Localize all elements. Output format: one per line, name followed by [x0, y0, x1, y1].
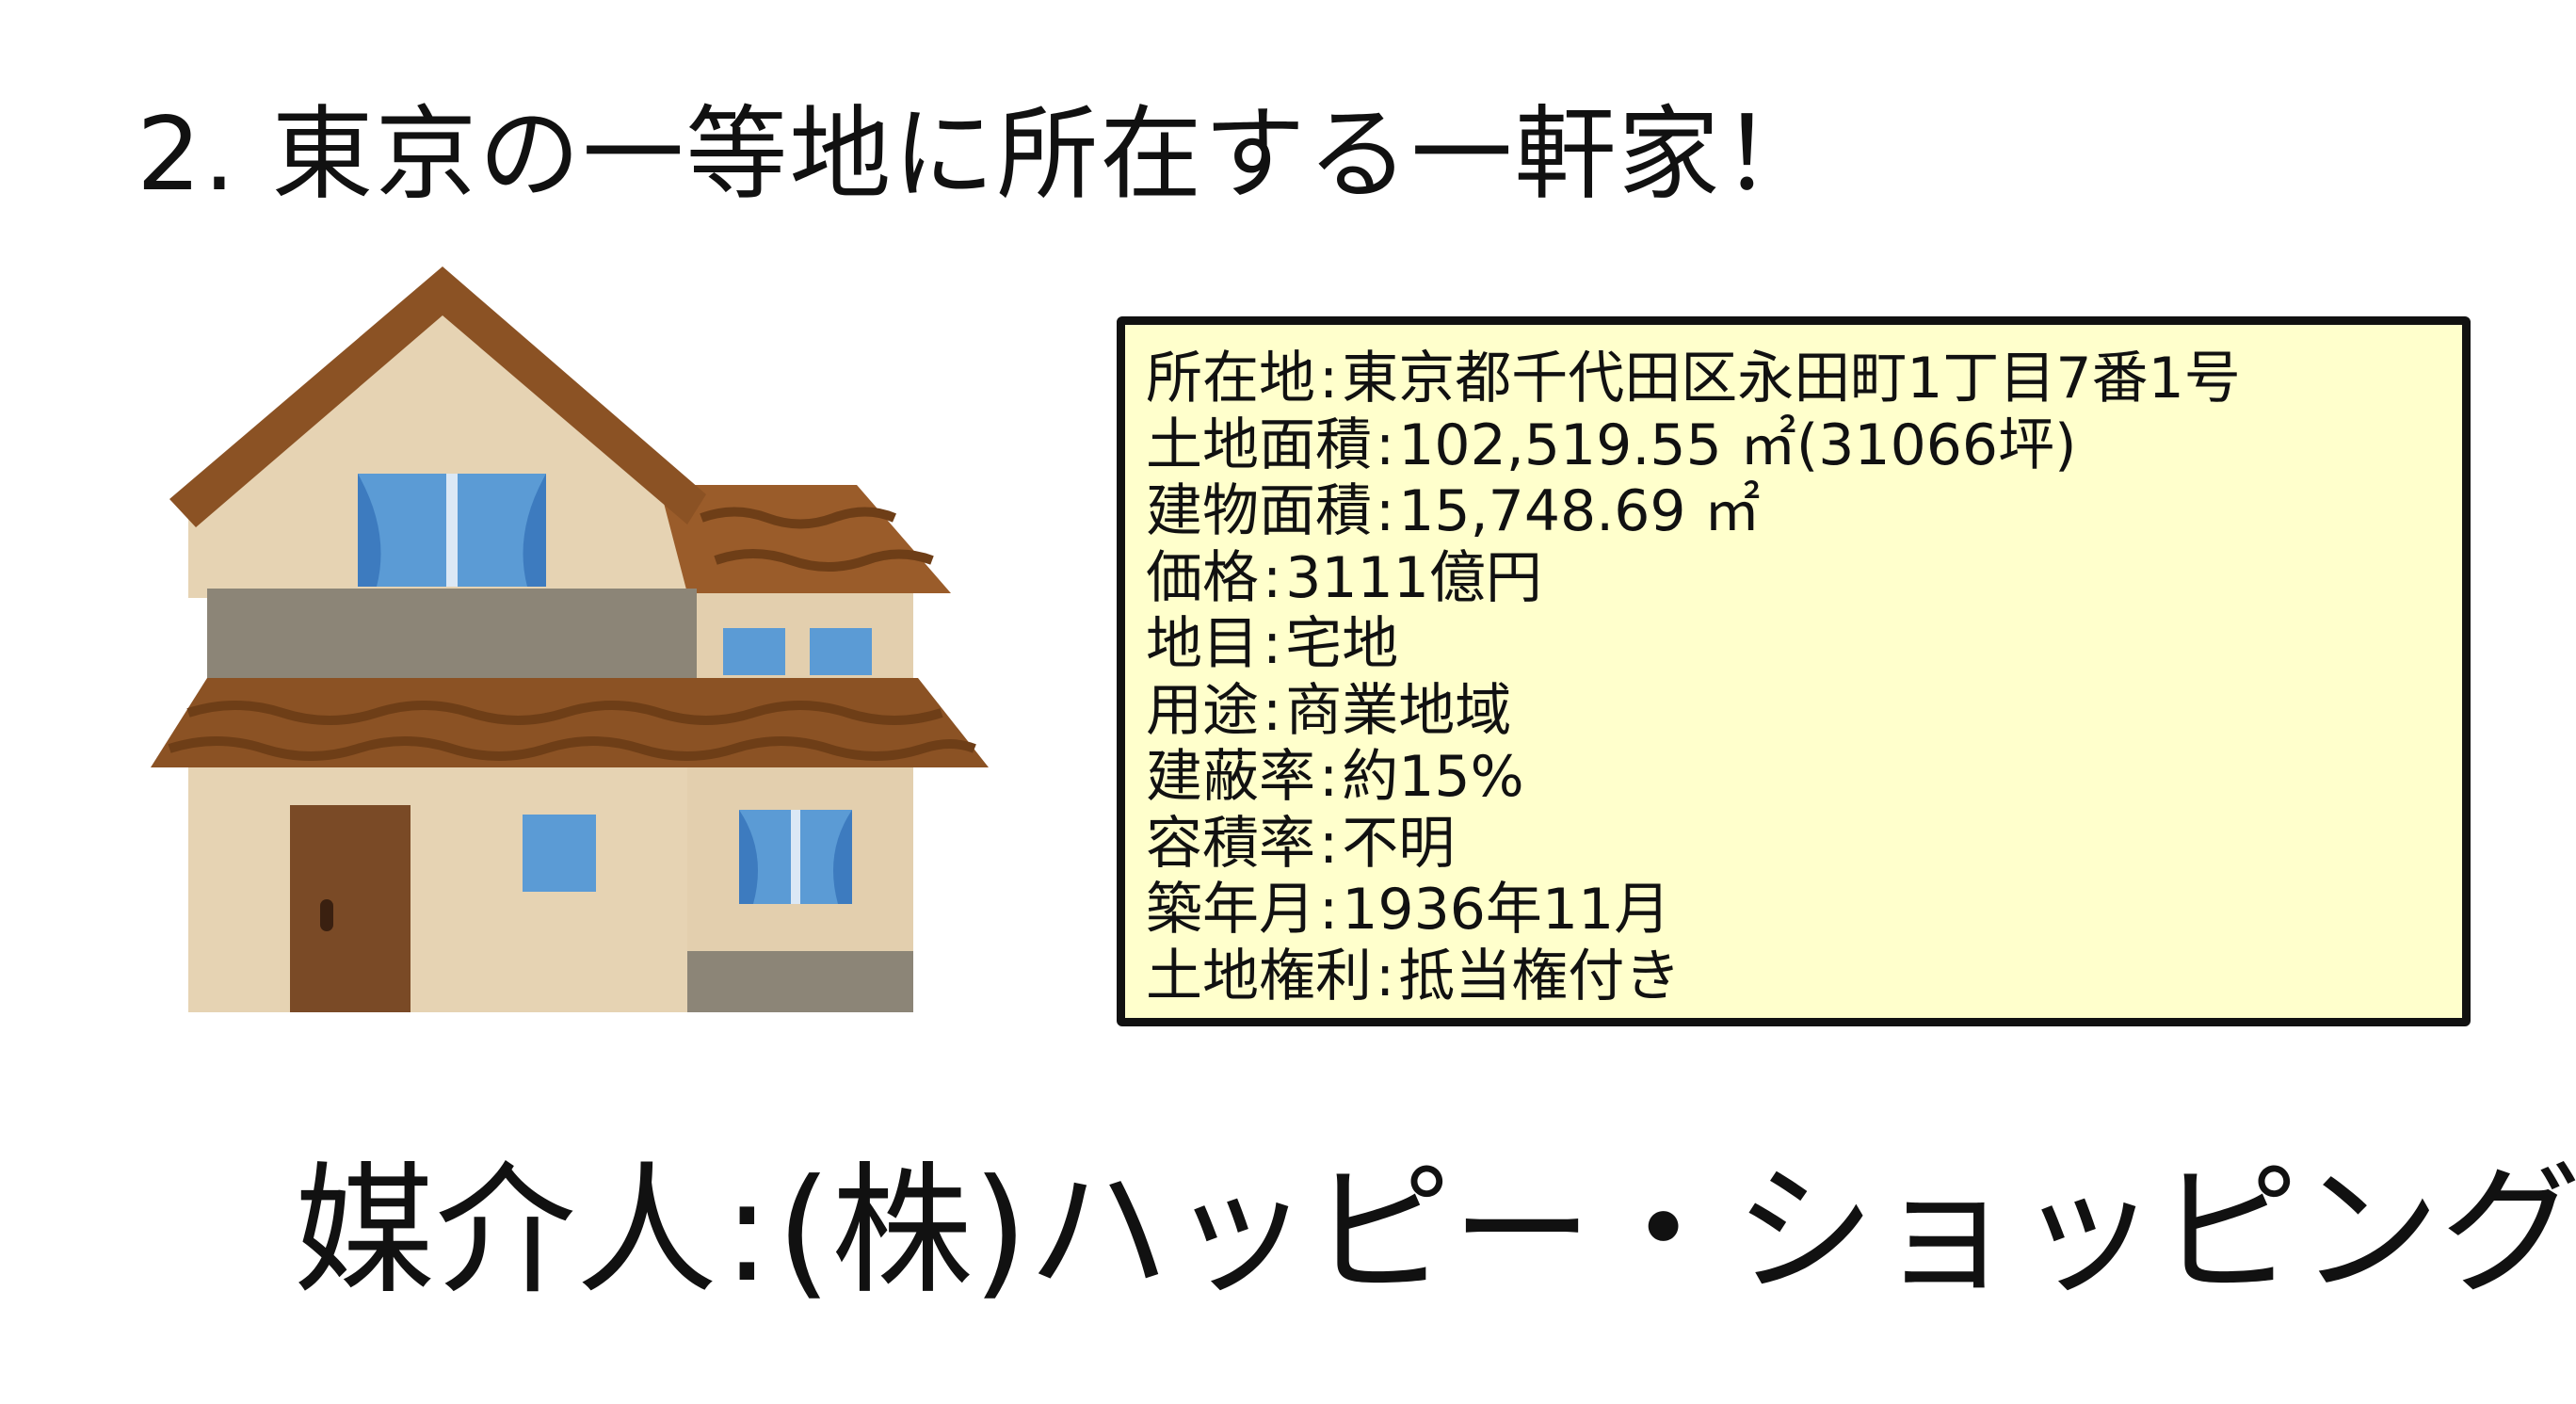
info-label: 建蔽率: [1146, 744, 1315, 810]
info-row-floor-area-ratio: 容積率:不明: [1146, 810, 1456, 877]
page-title: 2. 東京の一等地に所在する一軒家！: [137, 96, 1826, 214]
house-icon: [151, 266, 989, 1012]
info-value: 宅地: [1285, 611, 1399, 677]
info-value: 抵当権付き: [1398, 943, 1682, 1009]
info-row-price: 価格:3111億円: [1146, 544, 1542, 611]
info-row-land-category: 地目:宅地: [1146, 611, 1399, 677]
info-label: 容積率: [1146, 810, 1315, 877]
info-row-zoning: 用途:商業地域: [1146, 677, 1512, 744]
info-value: 約15%: [1342, 744, 1524, 810]
info-value: 102,519.55 ㎡(31066坪): [1398, 412, 2077, 478]
info-label: 地目: [1146, 611, 1259, 677]
info-label: 築年月: [1146, 877, 1315, 943]
info-label: 用途: [1146, 677, 1259, 744]
info-value: 東京都千代田区永田町1丁目7番1号: [1342, 346, 2241, 412]
info-row-land-area: 土地面積:102,519.55 ㎡(31066坪): [1146, 412, 2077, 478]
info-label: 土地面積: [1146, 412, 1372, 478]
info-row-built-date: 築年月:1936年11月: [1146, 877, 1671, 943]
property-info-box: 所在地:東京都千代田区永田町1丁目7番1号 土地面積:102,519.55 ㎡(…: [1117, 316, 2471, 1026]
info-label: 建物面積: [1146, 478, 1372, 544]
broker-line: 媒介人:(株)ハッピー・ショッピング: [294, 1147, 2576, 1316]
info-row-location: 所在地:東京都千代田区永田町1丁目7番1号: [1146, 346, 2241, 412]
info-row-land-rights: 土地権利:抵当権付き: [1146, 943, 1682, 1009]
info-label: 価格: [1146, 544, 1259, 611]
info-label: 土地権利: [1146, 943, 1372, 1009]
info-value: 15,748.69 ㎡: [1398, 478, 1761, 544]
info-row-coverage-ratio: 建蔽率:約15%: [1146, 744, 1524, 810]
info-label: 所在地: [1146, 346, 1315, 412]
info-row-building-area: 建物面積:15,748.69 ㎡: [1146, 478, 1761, 544]
info-value: 1936年11月: [1342, 877, 1671, 943]
broker-name: (株)ハッピー・ショッピング: [776, 1150, 2576, 1314]
broker-label: 媒介人: [294, 1150, 718, 1314]
info-value: 不明: [1342, 810, 1456, 877]
info-value: 3111億円: [1285, 544, 1542, 611]
info-value: 商業地域: [1285, 677, 1512, 744]
